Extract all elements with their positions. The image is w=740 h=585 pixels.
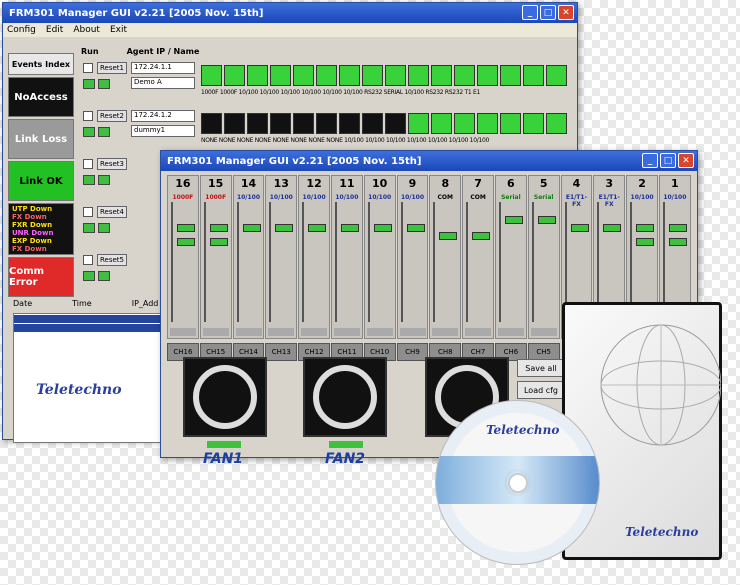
load-cfg-button[interactable]: Load cfg — [517, 381, 565, 399]
slot-card[interactable]: 13 10/100 — [265, 175, 298, 339]
alarm-fxr-down: FXR Down — [12, 221, 53, 229]
run-header: Run — [81, 47, 99, 56]
slot-card[interactable]: 9 10/100 — [396, 175, 429, 339]
title-bar: FRM301 Manager GUI v2.21 [2005 Nov. 15th… — [3, 3, 577, 23]
slot-card[interactable]: 5 Serial — [527, 175, 560, 339]
slot-card[interactable]: 14 10/100 — [232, 175, 265, 339]
channel-button[interactable]: CH13 — [265, 343, 298, 361]
run-checkbox[interactable] — [83, 111, 93, 121]
reset-button[interactable]: Reset5 — [97, 254, 127, 266]
slot-card[interactable]: 7 COM — [462, 175, 494, 339]
alarm-utp-down: UTP Down — [12, 205, 53, 213]
alarm-unr-down: UNR Down — [12, 229, 54, 237]
agent-header: Run Agent IP / Name — [81, 47, 199, 56]
slot-card[interactable]: 15 1000F — [199, 175, 232, 339]
title-bar: FRM301 Manager GUI v2.21 [2005 Nov. 15th… — [161, 151, 697, 171]
log-date-header: Date — [13, 299, 33, 308]
log-ip-header: IP_Add — [131, 299, 159, 308]
teletechno-logo: Teletechno — [36, 382, 122, 398]
pwr-fan-status — [83, 175, 110, 185]
agent-name-field[interactable]: dummy1 — [131, 125, 195, 137]
event-log[interactable]: Teletechno — [13, 313, 163, 443]
minimize-icon[interactable]: _ — [522, 5, 538, 20]
run-checkbox[interactable] — [83, 159, 93, 169]
pwr-fan-status — [83, 127, 110, 137]
agent-row: Reset4 — [81, 205, 161, 257]
fan2-label: FAN2 — [325, 451, 366, 467]
log-entry — [14, 324, 162, 332]
slot-card[interactable]: 16 1000F — [167, 175, 199, 339]
close-icon[interactable]: ✕ — [678, 153, 694, 168]
alarm-fx2-down: FX Down — [12, 245, 47, 253]
menu-about[interactable]: About — [73, 25, 100, 35]
slot-card[interactable]: 11 10/100 — [330, 175, 363, 339]
minimize-icon[interactable]: _ — [642, 153, 658, 168]
slot-card[interactable]: 8 COM — [429, 175, 462, 339]
reset-button[interactable]: Reset1 — [97, 62, 127, 74]
pwr-fan-status — [83, 223, 110, 233]
link-loss-indicator: Link Loss — [8, 119, 74, 159]
slot-card[interactable]: 12 10/100 — [298, 175, 330, 339]
port-type-labels: NONE NONE NONE NONE NONE NONE NONE NONE … — [201, 137, 489, 144]
menu-config[interactable]: Config — [7, 25, 36, 35]
reset-button[interactable]: Reset3 — [97, 158, 127, 170]
teletechno-logo-case: Teletechno — [625, 525, 699, 539]
globe-graphic — [600, 324, 721, 446]
alarm-exp-down: EXP Down — [12, 237, 52, 245]
channel-button[interactable]: CH9 — [396, 343, 429, 361]
alarm-fx-down: FX Down — [12, 213, 47, 221]
fan1-icon — [183, 357, 267, 437]
agent-row: Reset3 — [81, 157, 161, 209]
link-ok-indicator: Link OK — [8, 161, 74, 201]
menu-bar: Config Edit About Exit — [3, 23, 577, 37]
log-time-header: Time — [72, 299, 92, 308]
maximize-icon[interactable]: □ — [660, 153, 676, 168]
agent-row: Reset5 — [81, 253, 161, 305]
status-legend: Events Index NoAccess Link Loss Link OK … — [6, 51, 76, 299]
port-status-row — [201, 65, 567, 86]
cd-disc: Teletechno — [435, 400, 600, 565]
port-status-row — [201, 113, 567, 134]
teletechno-logo-disc: Teletechno — [486, 423, 560, 437]
fan2-status-led — [329, 441, 363, 448]
comm-error-indicator: Comm Error — [8, 257, 74, 297]
log-entry — [14, 315, 162, 323]
pwr-fan-status — [83, 79, 110, 89]
window-title: FRM301 Manager GUI v2.21 [2005 Nov. 15th… — [9, 7, 264, 19]
slot-card[interactable]: 10 10/100 — [363, 175, 396, 339]
menu-edit[interactable]: Edit — [46, 25, 63, 35]
agent-row: Reset1 172.24.1.1 Demo A 1000F 1000F 10/… — [81, 61, 571, 113]
window-title: FRM301 Manager GUI v2.21 [2005 Nov. 15th… — [167, 155, 422, 167]
menu-exit[interactable]: Exit — [110, 25, 127, 35]
log-header: Date Time IP_Add — [13, 299, 158, 308]
run-checkbox[interactable] — [83, 207, 93, 217]
run-checkbox[interactable] — [83, 63, 93, 73]
maximize-icon[interactable]: □ — [540, 5, 556, 20]
close-icon[interactable]: ✕ — [558, 5, 574, 20]
fan1-label: FAN1 — [203, 451, 244, 467]
events-index-button[interactable]: Events Index — [8, 53, 74, 75]
reset-button[interactable]: Reset2 — [97, 110, 127, 122]
disc-hole — [508, 473, 528, 493]
pwr-fan-status — [83, 271, 110, 281]
agent-name-field[interactable]: Demo A — [131, 77, 195, 89]
save-all-button[interactable]: Save all — [517, 359, 565, 377]
run-checkbox[interactable] — [83, 255, 93, 265]
agent-header-label: Agent IP / Name — [126, 47, 200, 56]
fan1-status-led — [207, 441, 241, 448]
agent-ip-field[interactable]: 172.24.1.1 — [131, 62, 195, 74]
reset-button[interactable]: Reset4 — [97, 206, 127, 218]
agent-ip-field[interactable]: 172.24.1.2 — [131, 110, 195, 122]
no-access-indicator: NoAccess — [8, 77, 74, 117]
port-type-labels: 1000F 1000F 10/100 10/100 10/100 10/100 … — [201, 89, 480, 96]
alarm-legend: UTP Down FX Down FXR Down UNR Down EXP D… — [8, 203, 74, 255]
fan2-icon — [303, 357, 387, 437]
slot-card[interactable]: 6 Serial — [494, 175, 527, 339]
